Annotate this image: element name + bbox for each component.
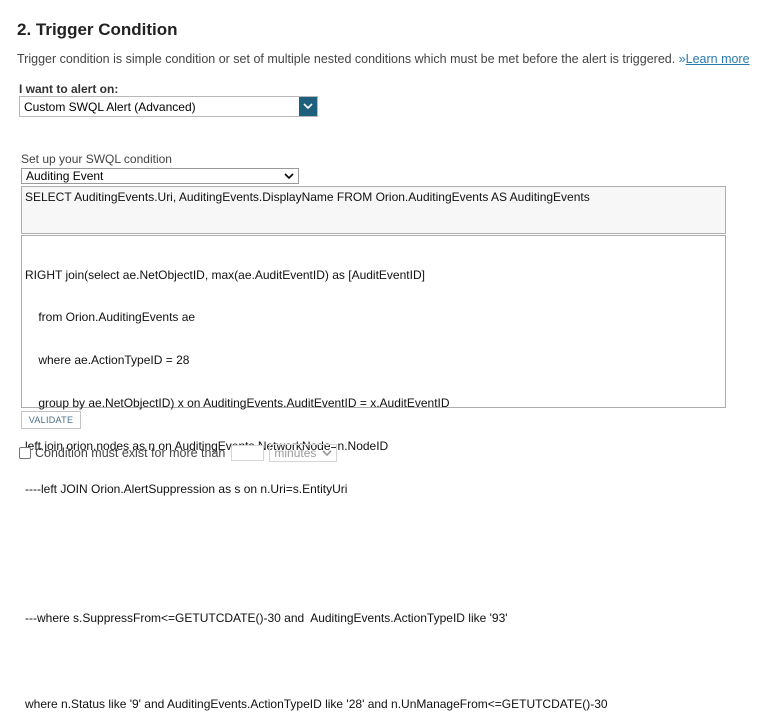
query-line: RIGHT join(select ae.NetObjectID, max(ae… bbox=[25, 267, 425, 282]
condition-duration-row: Condition must exist for more than minut… bbox=[19, 444, 338, 462]
query-line: from Orion.AuditingEvents ae bbox=[25, 310, 196, 325]
chevron-down-icon[interactable] bbox=[299, 97, 317, 116]
alert-on-label: I want to alert on: bbox=[19, 82, 119, 96]
query-line bbox=[25, 568, 722, 582]
duration-unit-dropdown[interactable]: minutes bbox=[269, 444, 338, 462]
query-line: where ae.ActionTypeID = 28 bbox=[25, 353, 190, 368]
section-description: Trigger condition is simple condition or… bbox=[17, 52, 750, 66]
chevron-down-icon bbox=[284, 169, 294, 183]
swql-query-editor[interactable]: RIGHT join(select ae.NetObjectID, max(ae… bbox=[21, 235, 726, 711]
query-line bbox=[25, 654, 722, 668]
learn-more-arrow: » bbox=[678, 52, 686, 66]
alert-type-value: Custom SWQL Alert (Advanced) bbox=[24, 99, 196, 114]
learn-more-link[interactable]: Learn more bbox=[686, 52, 750, 66]
query-line: where n.Status like '9' and AuditingEven… bbox=[25, 696, 608, 711]
query-line: group by ae.NetObjectID) x on AuditingEv… bbox=[25, 396, 450, 411]
query-line: ----left JOIN Orion.AlertSuppression as … bbox=[25, 482, 348, 497]
duration-value-input[interactable] bbox=[231, 445, 265, 461]
swql-select-statement: SELECT AuditingEvents.Uri, AuditingEvent… bbox=[21, 186, 726, 234]
validate-button[interactable]: VALIDATE bbox=[21, 411, 81, 429]
entity-type-dropdown[interactable]: Auditing Event bbox=[21, 168, 299, 184]
condition-duration-label: Condition must exist for more than bbox=[35, 446, 226, 460]
description-text: Trigger condition is simple condition or… bbox=[17, 52, 679, 66]
query-line bbox=[25, 525, 722, 539]
chevron-down-icon bbox=[322, 446, 332, 460]
entity-type-value: Auditing Event bbox=[26, 169, 104, 183]
section-title: 2. Trigger Condition bbox=[17, 20, 178, 39]
swql-condition-label: Set up your SWQL condition bbox=[21, 152, 172, 166]
query-line: ---where s.SuppressFrom<=GETUTCDATE()-30… bbox=[25, 610, 508, 625]
condition-duration-checkbox[interactable] bbox=[19, 447, 31, 459]
duration-unit-value: minutes bbox=[274, 446, 317, 460]
alert-type-dropdown[interactable]: Custom SWQL Alert (Advanced) bbox=[19, 96, 318, 117]
